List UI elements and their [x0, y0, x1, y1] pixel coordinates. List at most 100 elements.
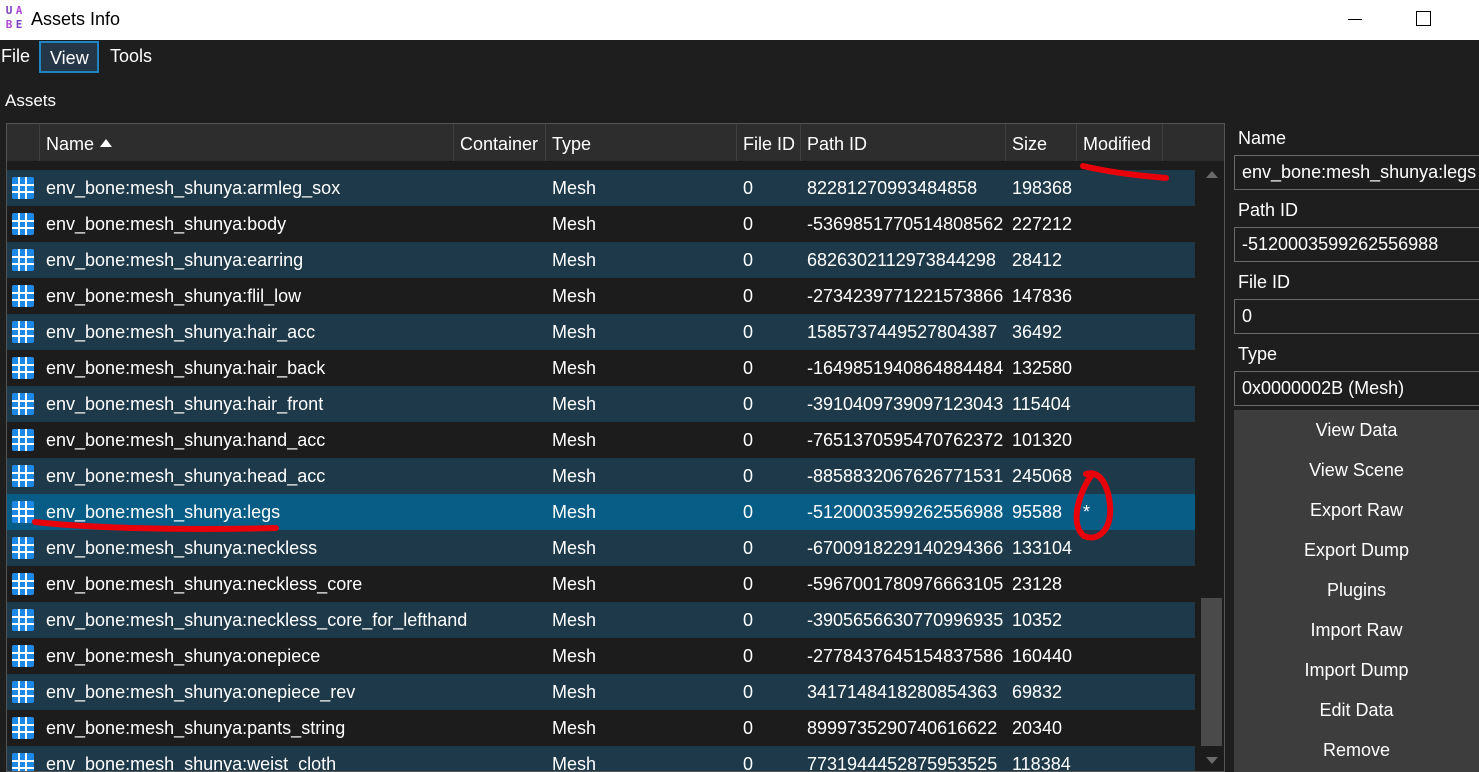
- mesh-icon: [12, 393, 34, 415]
- name-label: Name: [1238, 128, 1287, 148]
- table-row[interactable]: env_bone:mesh_shunya:onepiece_rev Mesh 0 34…: [7, 674, 1195, 710]
- menu-bar: File View Tools: [0, 40, 1479, 74]
- table-row[interactable]: env_bone:mesh_shunya:neckless_core Mesh 0 -…: [7, 566, 1195, 602]
- plugins-button[interactable]: Plugins: [1234, 570, 1479, 610]
- cell-size: 20340: [1012, 718, 1063, 738]
- cell-size: 227212: [1012, 214, 1073, 234]
- import-raw-button[interactable]: Import Raw: [1234, 610, 1479, 650]
- cell-size: 198368: [1012, 178, 1073, 198]
- view-scene-button[interactable]: View Scene: [1234, 450, 1479, 490]
- cell-file-id: 0: [743, 502, 754, 522]
- title-bar: U A B E Assets Info: [0, 0, 1479, 40]
- type-field[interactable]: 0x0000002B (Mesh): [1234, 371, 1479, 406]
- table-row[interactable]: env_bone:mesh_shunya:neckless Mesh 0 -67009…: [7, 530, 1195, 566]
- cell-type: Mesh: [552, 646, 597, 666]
- mesh-icon: [12, 285, 34, 307]
- cell-type: Mesh: [552, 610, 597, 630]
- cell-size: 101320: [1012, 430, 1073, 450]
- scroll-up-icon[interactable]: [1206, 171, 1218, 178]
- table-row[interactable]: env_bone:mesh_shunya:hand_acc Mesh 0 -76513…: [7, 422, 1195, 458]
- cell-path-id: -2734239771221573866: [807, 286, 1004, 306]
- cell-size: 118384: [1012, 754, 1071, 772]
- table-row[interactable]: env_bone:mesh_shunya:flil_low Mesh 0 -27342…: [7, 278, 1195, 314]
- cell-file-id: 0: [743, 394, 754, 414]
- remove-button[interactable]: Remove: [1234, 730, 1479, 770]
- column-header-name[interactable]: Name: [40, 124, 454, 161]
- cell-file-id: 0: [743, 538, 754, 558]
- cell-file-id: 0: [743, 250, 754, 270]
- table-row[interactable]: env_bone:mesh_shunya:pants_string Mesh 0 89…: [7, 710, 1195, 746]
- cell-size: 69832: [1012, 682, 1063, 702]
- menu-view[interactable]: View: [39, 41, 99, 73]
- cell-path-id: 6826302112973844298: [807, 250, 996, 270]
- minimize-icon[interactable]: [1344, 8, 1366, 30]
- mesh-icon: [12, 681, 34, 703]
- export-raw-button[interactable]: Export Raw: [1234, 490, 1479, 530]
- column-header-file-id[interactable]: File ID: [737, 124, 801, 161]
- mesh-icon: [12, 717, 34, 739]
- cell-type: Mesh: [552, 322, 597, 342]
- vertical-scrollbar[interactable]: [1197, 161, 1224, 771]
- name-field[interactable]: env_bone:mesh_shunya:legs: [1234, 155, 1479, 190]
- column-header-size[interactable]: Size: [1006, 124, 1077, 161]
- cell-path-id: -5967001780976663105: [807, 574, 1004, 594]
- column-header-modified[interactable]: Modified: [1077, 124, 1163, 161]
- cell-file-id: 0: [743, 682, 754, 702]
- import-dump-button[interactable]: Import Dump: [1234, 650, 1479, 690]
- cell-size: 10352: [1012, 610, 1063, 630]
- header-icon-column: [7, 124, 40, 161]
- table-row[interactable]: env_bone:mesh_shunya:body Mesh 0 -536985177…: [7, 206, 1195, 242]
- menu-tools[interactable]: Tools: [101, 41, 161, 73]
- cell-name: env_bone:mesh_shunya:hair_back: [46, 358, 326, 378]
- table-row[interactable]: env_bone:mesh_shunya:weist_cloth Mesh 0 773…: [7, 746, 1195, 772]
- cell-file-id: 0: [743, 178, 754, 198]
- file-id-field[interactable]: 0: [1234, 299, 1479, 334]
- cell-name: env_bone:mesh_shunya:weist_cloth: [46, 754, 337, 772]
- cell-path-id: 82281270993484858: [807, 178, 978, 198]
- mesh-icon: [12, 609, 34, 631]
- cell-name: env_bone:mesh_shunya:neckless: [46, 538, 318, 558]
- table-row[interactable]: env_bone:mesh_shunya:earring Mesh 0 6826302…: [7, 242, 1195, 278]
- cell-name: env_bone:mesh_shunya:armleg_sox: [46, 178, 341, 198]
- table-row[interactable]: env_bone:mesh_shunya:armleg_sox Mesh 0 8228…: [7, 170, 1195, 206]
- edit-data-button[interactable]: Edit Data: [1234, 690, 1479, 730]
- column-header-path-id[interactable]: Path ID: [801, 124, 1006, 161]
- table-row[interactable]: env_bone:mesh_shunya:onepiece Mesh 0 -27784…: [7, 638, 1195, 674]
- cell-type: Mesh: [552, 214, 597, 234]
- view-data-button[interactable]: View Data: [1234, 410, 1479, 450]
- table-row[interactable]: [7, 161, 1195, 170]
- mesh-icon: [12, 177, 34, 199]
- table-row[interactable]: env_bone:mesh_shunya:neckless_core_for_l…: [7, 602, 1195, 638]
- cell-name: env_bone:mesh_shunya:neckless_core: [46, 574, 363, 594]
- details-panel: Name env_bone:mesh_shunya:legs Path ID -…: [1234, 122, 1479, 772]
- cell-size: 36492: [1012, 322, 1063, 342]
- scroll-down-icon[interactable]: [1206, 757, 1218, 764]
- table-row[interactable]: env_bone:mesh_shunya:hair_acc Mesh 0 158573…: [7, 314, 1195, 350]
- cell-file-id: 0: [743, 718, 754, 738]
- cell-name: env_bone:mesh_shunya:body: [46, 214, 287, 234]
- table-row[interactable]: env_bone:mesh_shunya:head_acc Mesh 0 -88588…: [7, 458, 1195, 494]
- path-id-field[interactable]: -5120003599262556988: [1234, 227, 1479, 262]
- column-header-container[interactable]: Container: [454, 124, 546, 161]
- cell-file-id: 0: [743, 430, 754, 450]
- cell-path-id: -5369851770514808562: [807, 214, 1004, 234]
- table-row[interactable]: env_bone:mesh_shunya:hair_front Mesh 0 -391…: [7, 386, 1195, 422]
- cell-type: Mesh: [552, 538, 597, 558]
- mesh-icon: [12, 753, 34, 771]
- maximize-icon[interactable]: [1413, 8, 1435, 30]
- table-row[interactable]: env_bone:mesh_shunya:hair_back Mesh 0 -1649…: [7, 350, 1195, 386]
- menu-file[interactable]: File: [0, 41, 39, 73]
- cell-type: Mesh: [552, 754, 597, 772]
- column-header-type[interactable]: Type: [546, 124, 737, 161]
- cell-type: Mesh: [552, 430, 597, 450]
- export-dump-button[interactable]: Export Dump: [1234, 530, 1479, 570]
- mesh-icon: [12, 357, 34, 379]
- cell-file-id: 0: [743, 214, 754, 234]
- cell-path-id: -3905656630770996935: [807, 610, 1004, 630]
- cell-file-id: 0: [743, 466, 754, 486]
- cell-type: Mesh: [552, 358, 597, 378]
- cell-size: 245068: [1012, 466, 1073, 486]
- table-row[interactable]: env_bone:mesh_shunya:legs Mesh 0 -512000359…: [7, 494, 1195, 530]
- scrollbar-thumb[interactable]: [1201, 598, 1222, 746]
- cell-path-id: -1649851940864884484: [807, 358, 1004, 378]
